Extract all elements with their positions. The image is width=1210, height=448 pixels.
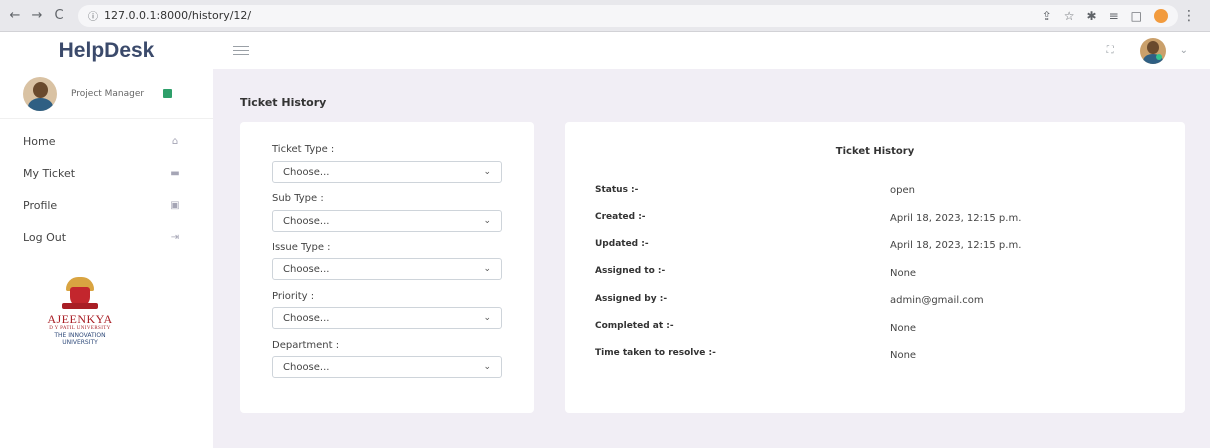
ticket-icon: ▬: [170, 167, 180, 179]
filter-card: Ticket Type : Choose... ⌄ Sub Type : Cho…: [240, 122, 534, 413]
logo-tagline-2: UNIVERSITY: [62, 339, 98, 346]
browser-profile-icon[interactable]: [1154, 8, 1168, 23]
home-icon: ⌂: [171, 135, 179, 147]
select-value: Choose...: [283, 215, 330, 227]
history-value-completed-at: None: [890, 323, 917, 334]
back-icon[interactable]: ←: [4, 8, 26, 23]
user-role: Project Manager: [71, 88, 145, 99]
sidebar-item-label: Profile: [23, 198, 58, 212]
chevron-down-icon: ⌄: [483, 264, 491, 274]
chevron-down-icon[interactable]: ⌄: [1180, 45, 1188, 56]
issue-type-label: Issue Type :: [272, 242, 331, 253]
priority-label: Priority :: [272, 291, 315, 302]
chevron-down-icon: ⌄: [483, 362, 491, 372]
priority-select[interactable]: Choose... ⌄: [272, 307, 502, 329]
university-logo: AJEENKYA D Y PATIL UNIVERSITY THE INNOVA…: [30, 277, 130, 346]
app-header: HelpDesk ⛶ ⌄: [0, 32, 1210, 69]
fullscreen-icon[interactable]: ⛶: [1107, 45, 1114, 56]
ticket-type-label: Ticket Type :: [272, 144, 335, 155]
sidebar-item-my-ticket[interactable]: My Ticket ▬: [0, 157, 213, 189]
sub-type-select[interactable]: Choose... ⌄: [272, 210, 502, 232]
sidebar-item-label: Log Out: [23, 230, 67, 244]
logo-name: AJEENKYA: [47, 312, 113, 326]
department-label: Department :: [272, 340, 340, 351]
brand-logo[interactable]: HelpDesk: [0, 39, 213, 63]
ticket-history-card: Ticket History Status :- open Created :-…: [565, 122, 1185, 413]
browser-menu-icon[interactable]: ⋮: [1178, 8, 1200, 24]
select-value: Choose...: [283, 166, 330, 178]
history-value-updated: April 18, 2023, 12:15 p.m.: [890, 240, 1022, 251]
issue-type-select[interactable]: Choose... ⌄: [272, 258, 502, 280]
verified-check-icon: [163, 89, 172, 98]
select-value: Choose...: [283, 312, 330, 324]
history-value-time-taken: None: [890, 350, 917, 361]
forward-icon[interactable]: →: [26, 8, 48, 23]
sub-type-label: Sub Type :: [272, 193, 324, 204]
chevron-down-icon: ⌄: [483, 167, 491, 177]
extensions-icon[interactable]: ✱: [1087, 9, 1097, 23]
sidebar-avatar: [23, 76, 57, 111]
sidebar-item-label: My Ticket: [23, 166, 76, 180]
site-info-icon[interactable]: ⓘ: [88, 8, 98, 23]
address-bar[interactable]: ⓘ 127.0.0.1:8000/history/12/ ⇪ ☆ ✱ ≡ □: [78, 4, 1178, 27]
history-label-status: Status :-: [595, 185, 639, 195]
sidebar-user: Project Manager: [0, 69, 213, 119]
department-select[interactable]: Choose... ⌄: [272, 356, 502, 378]
history-value-assigned-to: None: [890, 268, 917, 279]
share-icon[interactable]: ⇪: [1042, 9, 1052, 23]
browser-toolbar: ← → C ⓘ 127.0.0.1:8000/history/12/ ⇪ ☆ ✱…: [0, 0, 1210, 32]
url-text[interactable]: 127.0.0.1:8000/history/12/: [104, 9, 1042, 22]
chevron-down-icon: ⌄: [483, 216, 491, 226]
sidebar-item-profile[interactable]: Profile ▣: [0, 189, 213, 221]
page-title: Ticket History: [240, 96, 327, 109]
history-label-updated: Updated :-: [595, 239, 649, 249]
history-value-created: April 18, 2023, 12:15 p.m.: [890, 213, 1022, 224]
sidebar-menu: Home ⌂ My Ticket ▬ Profile ▣ Log Out ⇥: [0, 119, 213, 253]
history-label-assigned-by: Assigned by :-: [595, 294, 668, 304]
online-status-dot: [1156, 54, 1162, 60]
history-label-created: Created :-: [595, 212, 646, 222]
ticket-type-select[interactable]: Choose... ⌄: [272, 161, 502, 183]
chevron-down-icon: ⌄: [483, 313, 491, 323]
select-value: Choose...: [283, 263, 330, 275]
history-label-assigned-to: Assigned to :-: [595, 266, 666, 276]
history-card-title: Ticket History: [835, 146, 915, 157]
logo-tagline-1: THE INNOVATION: [54, 332, 106, 339]
history-value-status: open: [890, 185, 915, 196]
user-avatar[interactable]: [1139, 37, 1166, 64]
profile-icon: ▣: [170, 199, 180, 211]
sidebar-item-label: Home: [23, 134, 56, 148]
history-value-assigned-by: admin@gmail.com: [890, 295, 984, 306]
side-panel-icon[interactable]: □: [1131, 9, 1142, 23]
sidebar-item-log-out[interactable]: Log Out ⇥: [0, 221, 213, 253]
history-label-time-taken: Time taken to resolve :-: [595, 348, 716, 358]
select-value: Choose...: [283, 361, 330, 373]
reading-list-icon[interactable]: ≡: [1109, 9, 1119, 23]
logo-subtitle: D Y PATIL UNIVERSITY: [49, 326, 111, 331]
hamburger-menu-icon[interactable]: [233, 46, 249, 55]
bookmark-star-icon[interactable]: ☆: [1064, 9, 1075, 23]
sidebar-item-home[interactable]: Home ⌂: [0, 125, 213, 157]
history-label-completed-at: Completed at :-: [595, 321, 674, 331]
reload-icon[interactable]: C: [48, 8, 70, 23]
university-emblem-icon: [60, 277, 100, 311]
sidebar: Project Manager Home ⌂ My Ticket ▬ Profi…: [0, 69, 213, 448]
logout-icon: ⇥: [170, 231, 180, 243]
